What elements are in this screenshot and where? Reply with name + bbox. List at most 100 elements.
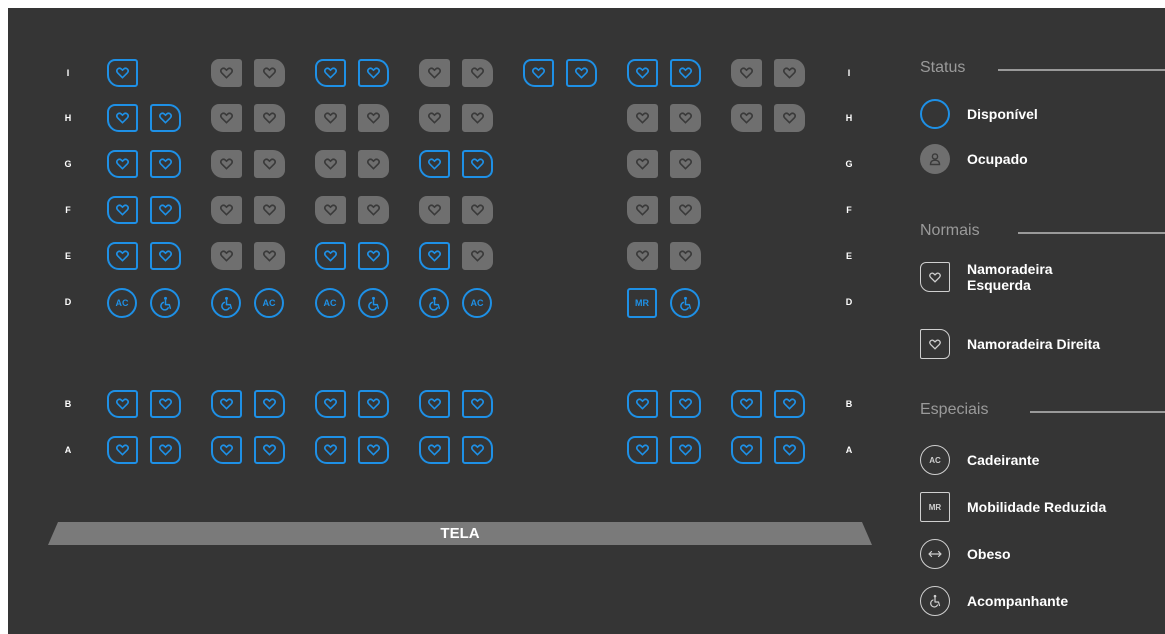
seat-f-7-love-left-occupied[interactable]: [419, 196, 450, 224]
seat-g-11-love-left-occupied[interactable]: [627, 150, 658, 178]
seat-h-2-love-right-available[interactable]: [150, 104, 181, 132]
heart-icon: [575, 67, 588, 79]
seat-e-2-love-right-available[interactable]: [150, 242, 181, 270]
seat-h-11-love-left-occupied[interactable]: [627, 104, 658, 132]
obese-icon: [920, 539, 950, 569]
seat-g-2-love-right-available[interactable]: [150, 150, 181, 178]
seat-f-1-love-left-available[interactable]: [107, 196, 138, 224]
seat-h-1-love-left-available[interactable]: [107, 104, 138, 132]
seat-d-6-companion-available[interactable]: [358, 288, 388, 318]
seat-b-13-love-left-available[interactable]: [731, 390, 762, 418]
seat-a-13-love-left-available[interactable]: [731, 436, 762, 464]
seat-f-12-love-right-occupied[interactable]: [670, 196, 701, 224]
seat-b-6-love-right-available[interactable]: [358, 390, 389, 418]
seat-i-3-love-left-occupied[interactable]: [211, 59, 242, 87]
seat-i-10-love-right-available[interactable]: [566, 59, 597, 87]
seat-f-4-love-right-occupied[interactable]: [254, 196, 285, 224]
seat-b-4-love-right-available[interactable]: [254, 390, 285, 418]
seat-f-2-love-right-available[interactable]: [150, 196, 181, 224]
seat-i-9-love-left-available[interactable]: [523, 59, 554, 87]
heart-icon: [636, 444, 649, 456]
seat-e-6-love-right-available[interactable]: [358, 242, 389, 270]
seat-h-4-love-right-occupied[interactable]: [254, 104, 285, 132]
loveseat-left-icon: [920, 262, 950, 292]
seat-a-11-love-left-available[interactable]: [627, 436, 658, 464]
seat-h-12-love-right-occupied[interactable]: [670, 104, 701, 132]
seat-b-5-love-left-available[interactable]: [315, 390, 346, 418]
seat-f-5-love-left-occupied[interactable]: [315, 196, 346, 224]
seat-f-3-love-left-occupied[interactable]: [211, 196, 242, 224]
seat-h-6-love-right-occupied[interactable]: [358, 104, 389, 132]
seat-g-4-love-right-occupied[interactable]: [254, 150, 285, 178]
seat-d-5-wheelchair-available[interactable]: AC: [315, 288, 345, 318]
seat-b-8-love-right-available[interactable]: [462, 390, 493, 418]
seat-g-7-love-left-available[interactable]: [419, 150, 450, 178]
seat-d-8-wheelchair-available[interactable]: AC: [462, 288, 492, 318]
seat-i-14-love-right-occupied[interactable]: [774, 59, 805, 87]
seat-g-3-love-left-occupied[interactable]: [211, 150, 242, 178]
seat-h-3-love-left-occupied[interactable]: [211, 104, 242, 132]
seat-a-7-love-left-available[interactable]: [419, 436, 450, 464]
seat-e-1-love-left-available[interactable]: [107, 242, 138, 270]
row-label-h-left: H: [64, 113, 72, 123]
seat-e-12-love-right-occupied[interactable]: [670, 242, 701, 270]
seat-a-1-love-left-available[interactable]: [107, 436, 138, 464]
seat-h-13-love-left-occupied[interactable]: [731, 104, 762, 132]
seat-a-14-love-right-available[interactable]: [774, 436, 805, 464]
seat-h-5-love-left-occupied[interactable]: [315, 104, 346, 132]
seat-d-7-companion-available[interactable]: [419, 288, 449, 318]
seat-h-14-love-right-occupied[interactable]: [774, 104, 805, 132]
seat-a-5-love-left-available[interactable]: [315, 436, 346, 464]
seat-i-11-love-left-available[interactable]: [627, 59, 658, 87]
seat-g-12-love-right-occupied[interactable]: [670, 150, 701, 178]
seat-b-11-love-left-available[interactable]: [627, 390, 658, 418]
seat-g-5-love-left-occupied[interactable]: [315, 150, 346, 178]
seat-e-3-love-left-occupied[interactable]: [211, 242, 242, 270]
seat-b-14-love-right-available[interactable]: [774, 390, 805, 418]
seat-g-6-love-right-occupied[interactable]: [358, 150, 389, 178]
seat-b-7-love-left-available[interactable]: [419, 390, 450, 418]
seat-h-8-love-right-occupied[interactable]: [462, 104, 493, 132]
legend-status-divider: [998, 69, 1165, 71]
heart-icon: [220, 250, 233, 262]
seat-a-4-love-right-available[interactable]: [254, 436, 285, 464]
seat-g-8-love-right-available[interactable]: [462, 150, 493, 178]
seat-e-5-love-left-available[interactable]: [315, 242, 346, 270]
seat-f-6-love-right-occupied[interactable]: [358, 196, 389, 224]
legend-status-title: Status: [920, 59, 966, 76]
seat-i-8-love-right-occupied[interactable]: [462, 59, 493, 87]
seat-e-8-love-right-occupied[interactable]: [462, 242, 493, 270]
seat-e-4-love-right-occupied[interactable]: [254, 242, 285, 270]
seat-f-11-love-left-occupied[interactable]: [627, 196, 658, 224]
seat-i-7-love-left-occupied[interactable]: [419, 59, 450, 87]
seat-i-12-love-right-available[interactable]: [670, 59, 701, 87]
seat-f-8-love-right-occupied[interactable]: [462, 196, 493, 224]
seat-b-1-love-left-available[interactable]: [107, 390, 138, 418]
seat-e-11-love-left-occupied[interactable]: [627, 242, 658, 270]
seat-b-12-love-right-available[interactable]: [670, 390, 701, 418]
seat-a-6-love-right-available[interactable]: [358, 436, 389, 464]
cinema-screen: TELA: [48, 522, 872, 545]
seat-a-2-love-right-available[interactable]: [150, 436, 181, 464]
seat-a-12-love-right-available[interactable]: [670, 436, 701, 464]
seat-d-4-wheelchair-available[interactable]: AC: [254, 288, 284, 318]
row-label-b-right: B: [845, 399, 853, 409]
seat-a-3-love-left-available[interactable]: [211, 436, 242, 464]
seat-d-3-companion-available[interactable]: [211, 288, 241, 318]
seat-b-3-love-left-available[interactable]: [211, 390, 242, 418]
seat-i-5-love-left-available[interactable]: [315, 59, 346, 87]
seat-d-2-companion-available[interactable]: [150, 288, 180, 318]
seat-d-11-reduced-mobility-available[interactable]: MR: [627, 288, 657, 318]
seat-a-8-love-right-available[interactable]: [462, 436, 493, 464]
seat-b-2-love-right-available[interactable]: [150, 390, 181, 418]
seat-e-7-love-left-available[interactable]: [419, 242, 450, 270]
seat-i-13-love-left-occupied[interactable]: [731, 59, 762, 87]
seat-i-4-love-right-occupied[interactable]: [254, 59, 285, 87]
seat-d-12-companion-available[interactable]: [670, 288, 700, 318]
seat-d-1-wheelchair-available[interactable]: AC: [107, 288, 137, 318]
heart-icon: [220, 158, 233, 170]
seat-g-1-love-left-available[interactable]: [107, 150, 138, 178]
seat-h-7-love-left-occupied[interactable]: [419, 104, 450, 132]
seat-i-6-love-right-available[interactable]: [358, 59, 389, 87]
seat-i-1-love-left-available[interactable]: [107, 59, 138, 87]
